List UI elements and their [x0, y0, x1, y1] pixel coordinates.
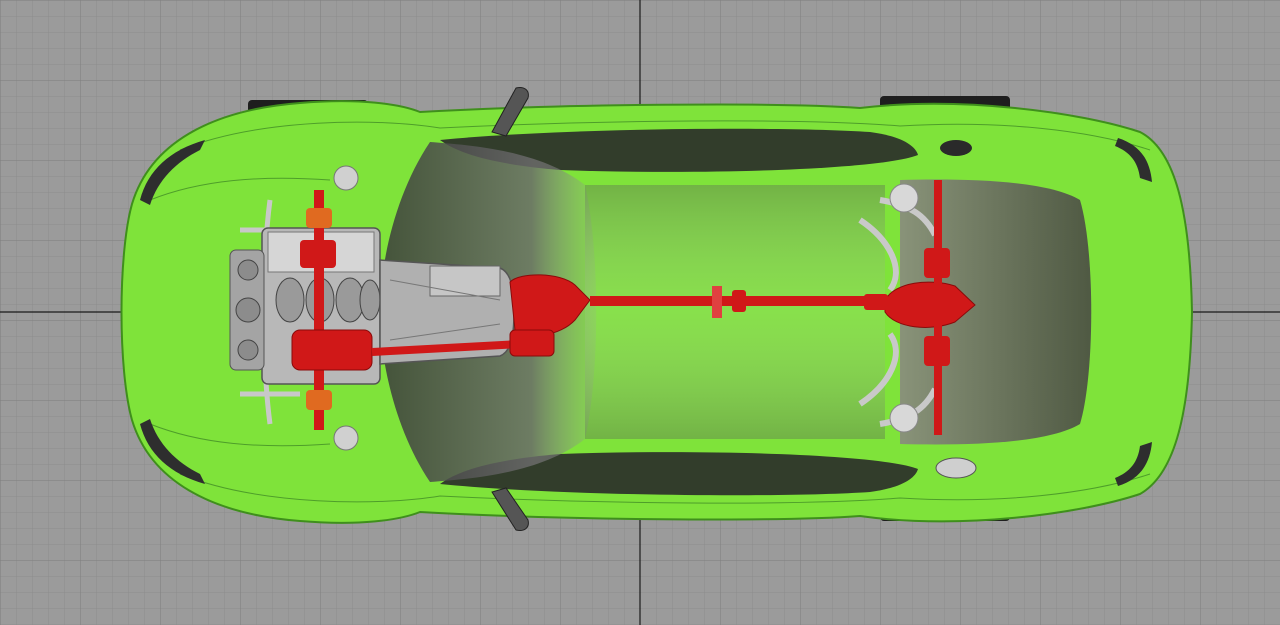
fuel-cap [935, 457, 977, 479]
viewport-canvas[interactable] [0, 0, 1280, 625]
3d-viewport[interactable] [0, 0, 1280, 625]
front-strut-right [333, 425, 359, 451]
rear-vent [940, 140, 972, 156]
front-strut-left [333, 165, 359, 191]
rear-wheel-hub-left [889, 183, 919, 213]
rear-wheel-hub-right [889, 403, 919, 433]
